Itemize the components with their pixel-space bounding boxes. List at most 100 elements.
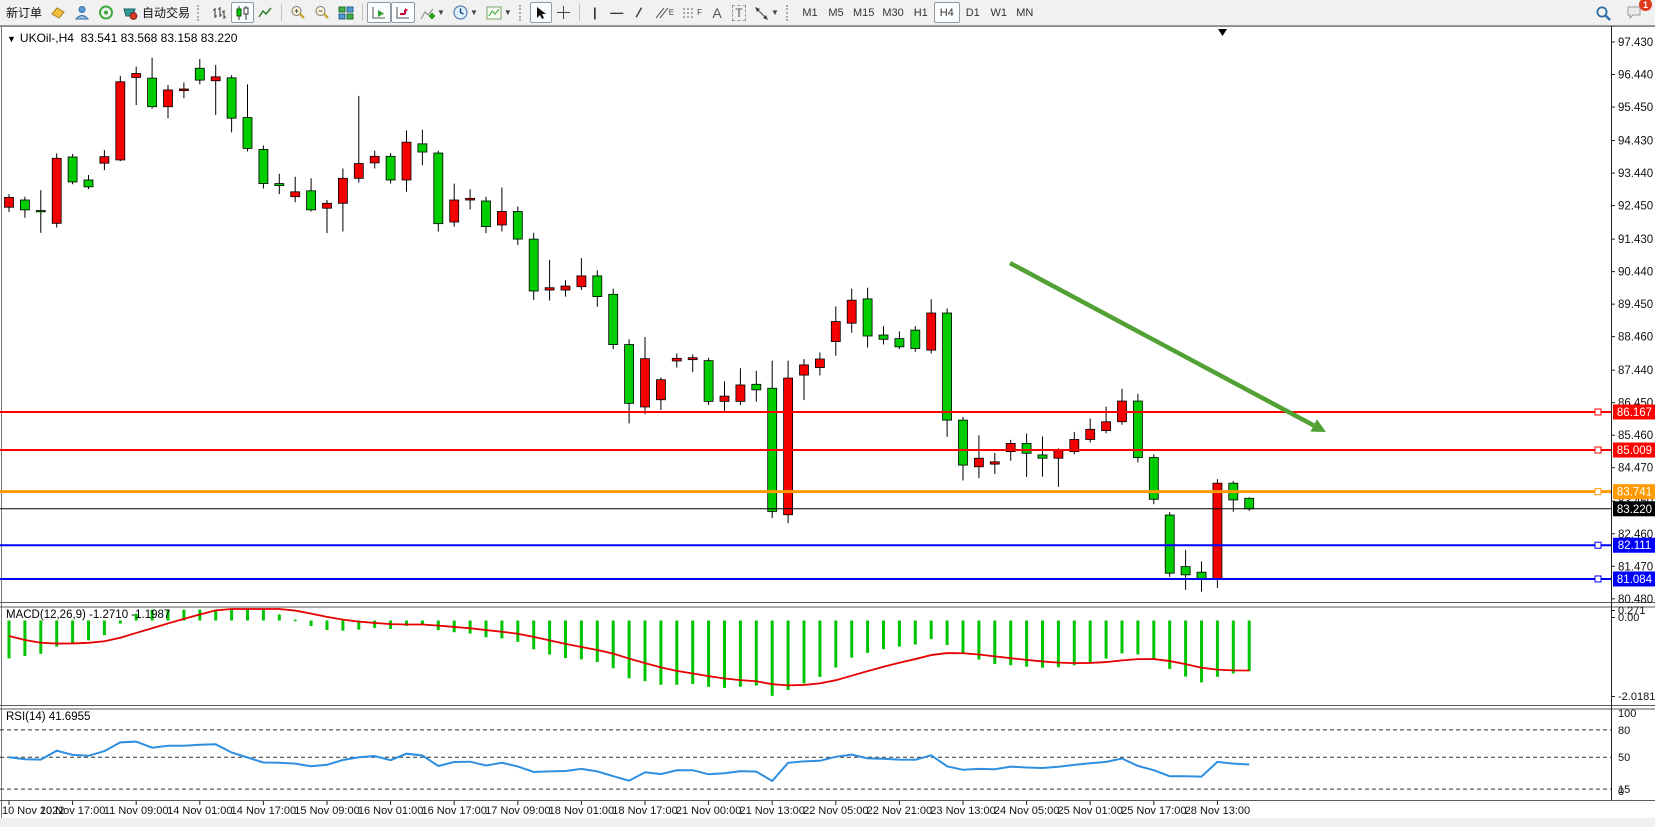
price-tick-label: 94.430 [1618, 136, 1653, 148]
candle-bullish [1054, 451, 1063, 459]
candle-bearish [863, 299, 872, 336]
line-drag-handle[interactable] [1595, 576, 1601, 582]
time-tick-label: 18 Nov 01:00 [549, 805, 614, 817]
line-drag-handle[interactable] [1595, 409, 1601, 415]
candle-bearish [243, 118, 252, 149]
time-tick-label: 15 Nov 09:00 [294, 805, 359, 817]
candle-bullish [927, 313, 936, 350]
candle-bearish [752, 384, 761, 390]
candle-bearish [307, 191, 316, 210]
candle-bearish [259, 149, 268, 183]
time-tick-label: 24 Nov 05:00 [994, 805, 1059, 817]
candle-bearish [959, 420, 968, 465]
candle-bearish [227, 78, 236, 118]
rsi-indicator-label: RSI(14) 41.6955 [6, 711, 90, 723]
candle-bearish [625, 345, 634, 404]
price-line-label: 83.741 [1617, 487, 1652, 499]
price-tick-label: 89.450 [1618, 299, 1653, 311]
time-tick-label: 25 Nov 01:00 [1057, 805, 1122, 817]
price-tick-label: 88.460 [1618, 332, 1653, 344]
time-tick-label: 22 Nov 21:00 [867, 805, 932, 817]
price-tick-label: 92.450 [1618, 201, 1653, 213]
candle-bearish [895, 339, 904, 347]
line-drag-handle[interactable] [1595, 489, 1601, 495]
candle-bearish [879, 335, 888, 339]
price-line-label: 81.084 [1617, 574, 1653, 586]
price-tick-label: 84.470 [1618, 463, 1653, 475]
price-tick-label: 85.460 [1618, 430, 1653, 442]
price-tick-label: 96.440 [1618, 70, 1653, 82]
rsi-tick-label: 100 [1618, 708, 1636, 720]
macd-indicator-label: MACD(12,26,9) -1.2710 -1.1987 [6, 609, 170, 621]
candle-bullish [815, 359, 824, 368]
candle-bullish [338, 178, 347, 203]
price-tick-label: 97.430 [1618, 37, 1653, 49]
price-line-label: 86.167 [1617, 407, 1652, 419]
time-tick-label: 11 Nov 09:00 [104, 805, 169, 817]
macd-tick-label: -2.0181 [1618, 691, 1655, 703]
candle-bullish [179, 89, 188, 91]
candle-bullish [561, 286, 570, 290]
candle-bullish [100, 157, 109, 164]
candle-bearish [609, 294, 618, 344]
line-drag-handle[interactable] [1595, 542, 1601, 548]
candle-bullish [1086, 429, 1095, 439]
candle-bullish [974, 458, 983, 467]
candle-bearish [36, 211, 45, 212]
candle-bullish [402, 142, 411, 180]
candle-bullish [1102, 422, 1111, 431]
candle-bearish [911, 330, 920, 348]
candle-bullish [545, 288, 554, 290]
chart-canvas[interactable]: 97.43096.44095.45094.43093.44092.45091.4… [0, 0, 1655, 827]
candle-bearish [1038, 455, 1047, 458]
macd-tick-label: 0.00 [1618, 612, 1639, 624]
candle-bearish [1165, 515, 1174, 573]
candle-bullish [450, 200, 459, 222]
chart-symbol: UKOil-,H4 [20, 31, 74, 45]
time-tick-label: 17 Nov 09:00 [485, 805, 550, 817]
candle-bearish [418, 144, 427, 152]
candle-bullish [116, 82, 125, 160]
candle-bearish [148, 78, 157, 107]
rsi-tick-label: 50 [1618, 752, 1630, 764]
candle-bearish [1181, 567, 1190, 575]
candle-bearish [482, 201, 491, 227]
candle-bullish [990, 462, 999, 464]
candle-bearish [68, 157, 77, 182]
rsi-tick-label: 0 [1618, 786, 1624, 798]
candle-bullish [132, 74, 141, 78]
candle-bullish [800, 365, 809, 375]
candle-bullish [466, 198, 475, 200]
time-tick-label: 18 Nov 17:00 [612, 805, 677, 817]
price-line-label: 85.009 [1617, 445, 1652, 457]
time-tick-label: 16 Nov 17:00 [421, 805, 486, 817]
candle-bearish [1022, 443, 1031, 453]
price-tick-label: 80.480 [1618, 594, 1653, 606]
candle-bullish [323, 203, 332, 208]
time-tick-label: 14 Nov 01:00 [167, 805, 232, 817]
candle-bearish [20, 200, 29, 210]
candle-bullish [354, 164, 363, 179]
candle-bearish [529, 239, 538, 291]
candle-bullish [164, 90, 173, 107]
candle-bearish [513, 212, 522, 240]
time-tick-label: 10 Nov 17:00 [40, 805, 105, 817]
candle-bullish [52, 158, 61, 223]
candle-bullish [672, 358, 681, 361]
chart-ohlc-values: 83.541 83.568 83.158 83.220 [81, 31, 238, 45]
price-tick-label: 93.440 [1618, 168, 1653, 180]
candle-bullish [577, 276, 586, 287]
candle-bearish [593, 276, 602, 297]
time-tick-label: 28 Nov 13:00 [1185, 805, 1250, 817]
candle-bullish [5, 197, 14, 207]
candle-bearish [1245, 498, 1254, 509]
candle-bullish [688, 358, 697, 360]
candle-bullish [847, 300, 856, 323]
line-drag-handle[interactable] [1595, 447, 1601, 453]
candle-bullish [497, 212, 506, 225]
candle-bearish [386, 156, 395, 180]
candle-bearish [195, 68, 204, 80]
time-tick-label: 21 Nov 00:00 [676, 805, 741, 817]
chart-expander-icon[interactable]: ▼ [7, 34, 16, 44]
candle-bullish [641, 359, 650, 407]
